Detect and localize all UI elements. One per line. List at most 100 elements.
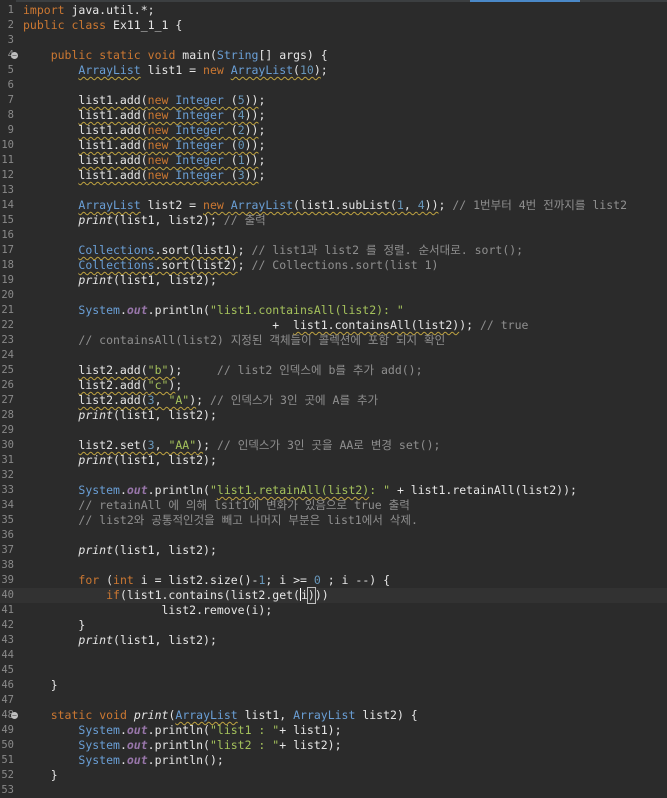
code-line[interactable]: 21 System.out.println("list1.containsAll…	[0, 303, 667, 318]
code-editor[interactable]: 1 import java.util.*; 2 public class Ex11_1…	[0, 0, 667, 796]
line-number: 25	[1, 364, 14, 376]
code-line[interactable]: 45	[0, 663, 667, 678]
code-line[interactable]: 46 }	[0, 678, 667, 693]
code-text: list1.add(new Integer (1));	[78, 153, 266, 167]
line-number: 27	[1, 394, 14, 406]
code-line[interactable]: 8 list1.add(new Integer (4));	[0, 108, 667, 123]
code-text: System.out.println("list1 : "+ list1);	[78, 723, 342, 737]
code-text: for (int i = list2.size()-1; i >= 0 ; i …	[78, 573, 391, 587]
line-number: 20	[1, 289, 14, 301]
code-text: list1.add(new Integer (2));	[78, 123, 266, 137]
line-number: 38	[1, 559, 14, 571]
code-line[interactable]: 27 list2.add(3, "A"); // 인덱스가 3인 곳에 A를 추…	[0, 393, 667, 408]
code-text: System.out.println("list1.retainAll(list…	[78, 483, 577, 497]
editor-top-border	[0, 0, 667, 2]
fold-collapse-icon[interactable]: –	[11, 712, 18, 719]
code-line[interactable]: 15 print(list1, list2); // 출력	[0, 213, 667, 228]
code-line[interactable]: 11 list1.add(new Integer (1));	[0, 153, 667, 168]
code-line[interactable]: 5 ArrayList list1 = new ArrayList(10);	[0, 63, 667, 78]
line-number: 47	[1, 694, 14, 706]
line-number: 13	[1, 184, 14, 196]
fold-collapse-icon[interactable]: –	[11, 52, 18, 59]
code-line[interactable]: 22 + list1.containsAll(list2)); // true	[0, 318, 667, 333]
code-line[interactable]: 42 }	[0, 618, 667, 633]
code-line[interactable]: 10 list1.add(new Integer (0));	[0, 138, 667, 153]
code-line[interactable]: 43 print(list1, list2);	[0, 633, 667, 648]
code-line[interactable]: 32	[0, 468, 667, 483]
code-line[interactable]: 4– public static void main(String[] args…	[0, 48, 667, 63]
code-line[interactable]: 41 list2.remove(i);	[0, 603, 667, 618]
code-text: list2.add("b"); // list2 인덱스에 b를 추가 add(…	[78, 363, 423, 377]
code-line[interactable]: 33 System.out.println("list1.retainAll(l…	[0, 483, 667, 498]
code-line[interactable]: 34 // retainAll 에 의해 lsit1에 변화가 있음으로 tru…	[0, 498, 667, 513]
code-line[interactable]: 30 list2.set(3, "AA"); // 인덱스가 3인 곳을 AA로…	[0, 438, 667, 453]
code-line[interactable]: 26 list2.add("c");	[0, 378, 667, 393]
code-line[interactable]: 28 print(list1, list2);	[0, 408, 667, 423]
code-text: System.out.println("list1.containsAll(li…	[78, 303, 404, 317]
code-text: list2.set(3, "AA"); // 인덱스가 3인 곳을 AA로 변경…	[78, 438, 441, 452]
code-text: ArrayList list2 = new ArrayList(list1.su…	[78, 198, 628, 212]
code-line[interactable]: 24	[0, 348, 667, 363]
code-line[interactable]: 29	[0, 423, 667, 438]
code-text: Collections.sort(list1); // list1과 list2…	[78, 243, 524, 257]
line-number: 39	[1, 574, 14, 586]
code-line[interactable]: 50 System.out.println("list2 : "+ list2)…	[0, 738, 667, 753]
code-line[interactable]: 38	[0, 558, 667, 573]
code-line[interactable]: 2 public class Ex11_1_1 {	[0, 18, 667, 33]
code-line[interactable]: 35 // list2와 공통적인것을 빼고 나머지 부분은 list1에서 삭…	[0, 513, 667, 528]
code-line[interactable]: 17 Collections.sort(list1); // list1과 li…	[0, 243, 667, 258]
line-number: 51	[1, 754, 14, 766]
code-line[interactable]: 3	[0, 33, 667, 48]
line-number: 9	[7, 124, 14, 136]
code-text: public static void main(String[] args) {	[50, 48, 328, 62]
code-line[interactable]: 52 }	[0, 768, 667, 783]
code-line[interactable]: 20	[0, 288, 667, 303]
line-number: 53	[1, 784, 14, 796]
code-line[interactable]: 53	[0, 783, 667, 798]
code-text: ArrayList list1 = new ArrayList(10);	[78, 63, 328, 77]
line-number: 32	[1, 469, 14, 481]
code-line[interactable]: 39 for (int i = list2.size()-1; i >= 0 ;…	[0, 573, 667, 588]
code-line[interactable]: 48– static void print(ArrayList list1, A…	[0, 708, 667, 723]
line-number: 44	[1, 649, 14, 661]
code-text: }	[23, 768, 58, 782]
code-line[interactable]: 31 print(list1, list2);	[0, 453, 667, 468]
line-number: 28	[1, 409, 14, 421]
line-number: 16	[1, 229, 14, 241]
code-line[interactable]: 44	[0, 648, 667, 663]
line-number: 5	[7, 64, 14, 76]
code-line[interactable]: 13	[0, 183, 667, 198]
line-number: 24	[1, 349, 14, 361]
code-line[interactable]: 37 print(list1, list2);	[0, 543, 667, 558]
line-number: 34	[1, 499, 14, 511]
editor-tab-accent	[470, 0, 580, 2]
line-number: 17	[1, 244, 14, 256]
line-number: 23	[1, 334, 14, 346]
code-line[interactable]: 14 ArrayList list2 = new ArrayList(list1…	[0, 198, 667, 213]
line-number: 15	[1, 214, 14, 226]
code-line[interactable]: 51 System.out.println();	[0, 753, 667, 768]
line-number: 19	[1, 274, 14, 286]
code-line[interactable]: 47	[0, 693, 667, 708]
code-line[interactable]: 23 // containsAll(list2) 지정된 객체들이 콜렉션에 포…	[0, 333, 667, 348]
code-line[interactable]: 40 if(list1.contains(list2.get(i)))	[0, 587, 667, 604]
code-text: list1.add(new Integer (4));	[78, 108, 266, 122]
code-line[interactable]: 12 list1.add(new Integer (3));	[0, 168, 667, 183]
code-line[interactable]: 9 list1.add(new Integer (2));	[0, 123, 667, 138]
line-number: 12	[1, 169, 14, 181]
code-line[interactable]: 7 list1.add(new Integer (5));	[0, 93, 667, 108]
code-line[interactable]: 19 print(list1, list2);	[0, 273, 667, 288]
line-number: 6	[7, 79, 14, 91]
code-line[interactable]: 16	[0, 228, 667, 243]
code-line[interactable]: 25 list2.add("b"); // list2 인덱스에 b를 추가 a…	[0, 363, 667, 378]
code-line[interactable]: 36	[0, 528, 667, 543]
code-text: System.out.println();	[78, 753, 224, 767]
code-line[interactable]: 49 System.out.println("list1 : "+ list1)…	[0, 723, 667, 738]
code-line[interactable]: 18 Collections.sort(list2); // Collectio…	[0, 258, 667, 273]
code-line[interactable]: 1 import java.util.*;	[0, 3, 667, 18]
code-line[interactable]: 6	[0, 78, 667, 93]
line-number: 52	[1, 769, 14, 781]
line-number: 42	[1, 619, 14, 631]
line-number: 3	[7, 34, 14, 46]
code-text: list1.add(new Integer (5));	[78, 93, 266, 107]
